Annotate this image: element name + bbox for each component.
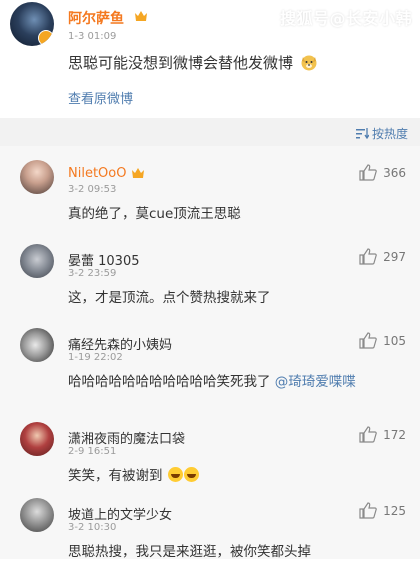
commenter-name[interactable]: 晏蕾 10305 — [68, 250, 140, 269]
comment-time: 3-2 09:53 — [68, 184, 117, 195]
comment-time: 1-19 22:02 — [68, 352, 123, 363]
watermark: 搜狐号@长安小韩 — [279, 9, 412, 28]
like-button[interactable]: 105 — [359, 332, 406, 349]
like-thumb-icon — [359, 248, 377, 265]
like-thumb-icon — [359, 164, 377, 181]
comment-time: 3-2 23:59 — [68, 268, 117, 279]
like-count: 297 — [383, 249, 406, 264]
comment-text-content: 哈哈哈哈哈哈哈哈哈哈哈笑死我了 — [68, 374, 275, 390]
comment-item: 坡道上的文学少女 3-2 10:30 思聪热搜，我只是来逛逛，被你笑都头掉 12… — [0, 484, 420, 560]
post-text: 思聪可能没想到微博会替他发微博 — [68, 52, 318, 73]
post-author-avatar[interactable] — [10, 2, 54, 46]
like-button[interactable]: 297 — [359, 248, 406, 265]
commenter-name[interactable]: 痛经先森的小姨妈 — [68, 334, 172, 353]
comments-header: 按热度 — [0, 118, 420, 146]
like-thumb-icon — [359, 502, 377, 519]
comment-time: 2-9 16:51 — [68, 446, 117, 457]
mention-link[interactable]: @琦琦爱喋喋 — [275, 374, 356, 390]
comment-text-content: 笑笑，有被谢到 — [68, 468, 163, 484]
vip-crown-icon — [132, 168, 144, 178]
like-count: 125 — [383, 503, 406, 518]
like-thumb-icon — [359, 426, 377, 443]
laugh-emoji-icon — [167, 467, 183, 482]
like-count: 366 — [383, 165, 406, 180]
comment-item: NiletOoO 3-2 09:53 真的绝了，莫cue顶流王思聪 366 — [0, 146, 420, 230]
post-time: 1-3 01:09 — [68, 31, 117, 42]
view-original-link[interactable]: 查看原微博 — [68, 88, 133, 107]
weibo-post: 阿尔萨鱼 1-3 01:09 思聪可能没想到微博会替他发微博 查看原微博 搜狐号… — [0, 0, 420, 118]
commenter-avatar[interactable] — [20, 160, 54, 194]
commenter-avatar[interactable] — [20, 498, 54, 532]
comment-text: 思聪热搜，我只是来逛逛，被你笑都头掉 — [68, 544, 311, 560]
post-text-content: 思聪可能没想到微博会替他发微博 — [68, 54, 294, 72]
like-count: 105 — [383, 333, 406, 348]
comment-text: 真的绝了，莫cue顶流王思聪 — [68, 206, 241, 222]
like-button[interactable]: 125 — [359, 502, 406, 519]
comment-text: 这，才是顶流。点个赞热搜就来了 — [68, 290, 271, 306]
commenter-name[interactable]: NiletOoO — [68, 166, 126, 181]
vip-crown-icon — [135, 11, 147, 21]
comment-list: NiletOoO 3-2 09:53 真的绝了，莫cue顶流王思聪 366 晏蕾… — [0, 146, 420, 560]
like-count: 172 — [383, 427, 406, 442]
doge-emoji-icon — [301, 55, 317, 71]
sort-by-hot-button[interactable]: 按热度 — [355, 125, 408, 142]
laugh-emoji-icon — [183, 467, 199, 482]
like-thumb-icon — [359, 332, 377, 349]
verified-badge-icon — [38, 30, 54, 46]
comment-item: 潇湘夜雨的魔法口袋 2-9 16:51 笑笑，有被谢到 172 — [0, 408, 420, 484]
like-button[interactable]: 172 — [359, 426, 406, 443]
comment-item: 晏蕾 10305 3-2 23:59 这，才是顶流。点个赞热搜就来了 297 — [0, 230, 420, 314]
sort-label: 按热度 — [371, 127, 408, 141]
commenter-avatar[interactable] — [20, 244, 54, 278]
commenter-name[interactable]: 坡道上的文学少女 — [68, 504, 172, 523]
sort-icon — [355, 128, 369, 139]
comment-item: 痛经先森的小姨妈 1-19 22:02 哈哈哈哈哈哈哈哈哈哈哈笑死我了 @琦琦爱… — [0, 314, 420, 408]
commenter-name[interactable]: 潇湘夜雨的魔法口袋 — [68, 428, 185, 447]
commenter-avatar[interactable] — [20, 328, 54, 362]
post-author-name[interactable]: 阿尔萨鱼 — [68, 8, 124, 28]
like-button[interactable]: 366 — [359, 164, 406, 181]
comment-time: 3-2 10:30 — [68, 522, 117, 533]
comment-text: 哈哈哈哈哈哈哈哈哈哈哈笑死我了 @琦琦爱喋喋 — [68, 371, 398, 393]
commenter-avatar[interactable] — [20, 422, 54, 456]
